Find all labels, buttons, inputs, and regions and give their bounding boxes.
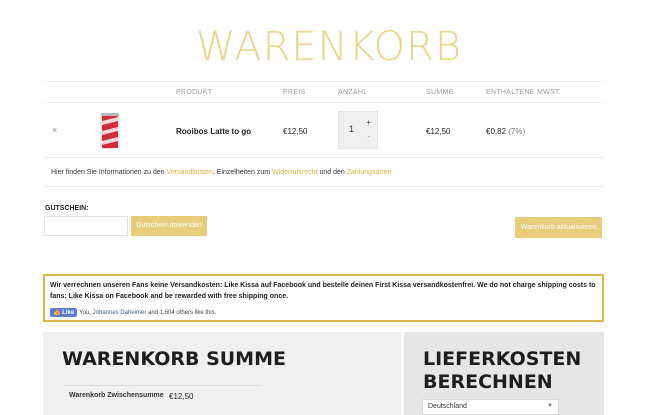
country-select[interactable]: Deutschland ▼ — [422, 399, 559, 415]
remove-item-icon[interactable]: × — [52, 125, 57, 135]
facebook-count: and 1,604 others like this. — [146, 310, 217, 316]
facebook-you: You, — [79, 310, 93, 316]
info-mid1: , Einzelheiten zum — [212, 169, 273, 176]
info-text: Hier finden Sie Informationen zu den Ver… — [51, 169, 392, 176]
header-price: PREIS — [283, 89, 306, 96]
product-thumbnail[interactable] — [96, 111, 124, 151]
page-title: WARENKORB — [195, 24, 463, 70]
link-payment[interactable]: Zahlungsarten — [347, 169, 392, 176]
facebook-user-link[interactable]: Johannes Daheimer — [93, 310, 147, 316]
subtotal-value: €12,50 — [169, 392, 194, 401]
country-value: Deutschland — [428, 403, 467, 410]
product-name[interactable]: Rooibos Latte to go — [176, 127, 251, 136]
tax-amount: €0,82 — [486, 127, 507, 136]
link-withdrawal[interactable]: Widerrufsrecht — [272, 169, 318, 176]
line-tax: €0,82 (7%) — [486, 127, 525, 136]
quantity-stepper[interactable]: 1 + - — [338, 111, 378, 149]
totals-divider — [63, 385, 261, 386]
header-tax: ENTHALTENE MWST. — [486, 89, 562, 96]
shipping-calculator-panel: LIEFERKOSTEN BERECHNEN Deutschland ▼ — [404, 332, 604, 415]
info-prefix: Hier finden Sie Informationen zu den — [51, 169, 167, 176]
quantity-increase-icon[interactable]: + — [366, 118, 371, 127]
header-quantity: ANZAHL — [338, 89, 368, 96]
table-row-divider — [43, 157, 605, 158]
thumbs-up-icon: 👍 — [53, 310, 61, 316]
table-top-divider — [43, 81, 605, 82]
subtotal-label: Warenkorb Zwischensumme — [69, 392, 164, 399]
coupon-label: GUTSCHEIN: — [45, 205, 89, 212]
shipping-title-line1: LIEFERKOSTEN — [423, 348, 582, 370]
link-shipping-costs[interactable]: Versandkosten — [167, 169, 213, 176]
free-shipping-notice: Wir verrechnen unseren Fans keine Versan… — [43, 274, 604, 322]
chevron-down-icon: ▼ — [547, 403, 553, 409]
header-product: PRODUKT — [176, 89, 213, 96]
apply-coupon-button[interactable]: Gutschein anwenden — [131, 216, 207, 236]
coupon-input[interactable] — [44, 216, 128, 236]
line-sum: €12,50 — [426, 127, 451, 136]
quantity-decrease-icon[interactable]: - — [367, 132, 370, 141]
info-mid2: und den — [317, 169, 347, 176]
cart-totals-title: WARENKORB SUMME — [62, 348, 286, 370]
table-header-divider — [43, 102, 605, 103]
facebook-like-box: 👍 Like You, Johannes Daheimer and 1,604 o… — [50, 308, 216, 317]
update-cart-button[interactable]: Warenkorb aktualisieren — [515, 217, 602, 238]
cart-totals-panel: WARENKORB SUMME Warenkorb Zwischensumme … — [43, 332, 401, 415]
header-sum: SUMME — [426, 89, 454, 96]
product-price: €12,50 — [283, 127, 308, 136]
tax-rate: (7%) — [508, 127, 526, 136]
shipping-title-line2: BERECHNEN — [423, 371, 553, 393]
facebook-like-button[interactable]: 👍 Like — [50, 308, 78, 317]
notice-text: Wir verrechnen unseren Fans keine Versan… — [50, 282, 596, 300]
quantity-value[interactable]: 1 — [349, 124, 354, 134]
info-divider — [43, 186, 605, 187]
facebook-like-label: Like — [62, 310, 75, 316]
